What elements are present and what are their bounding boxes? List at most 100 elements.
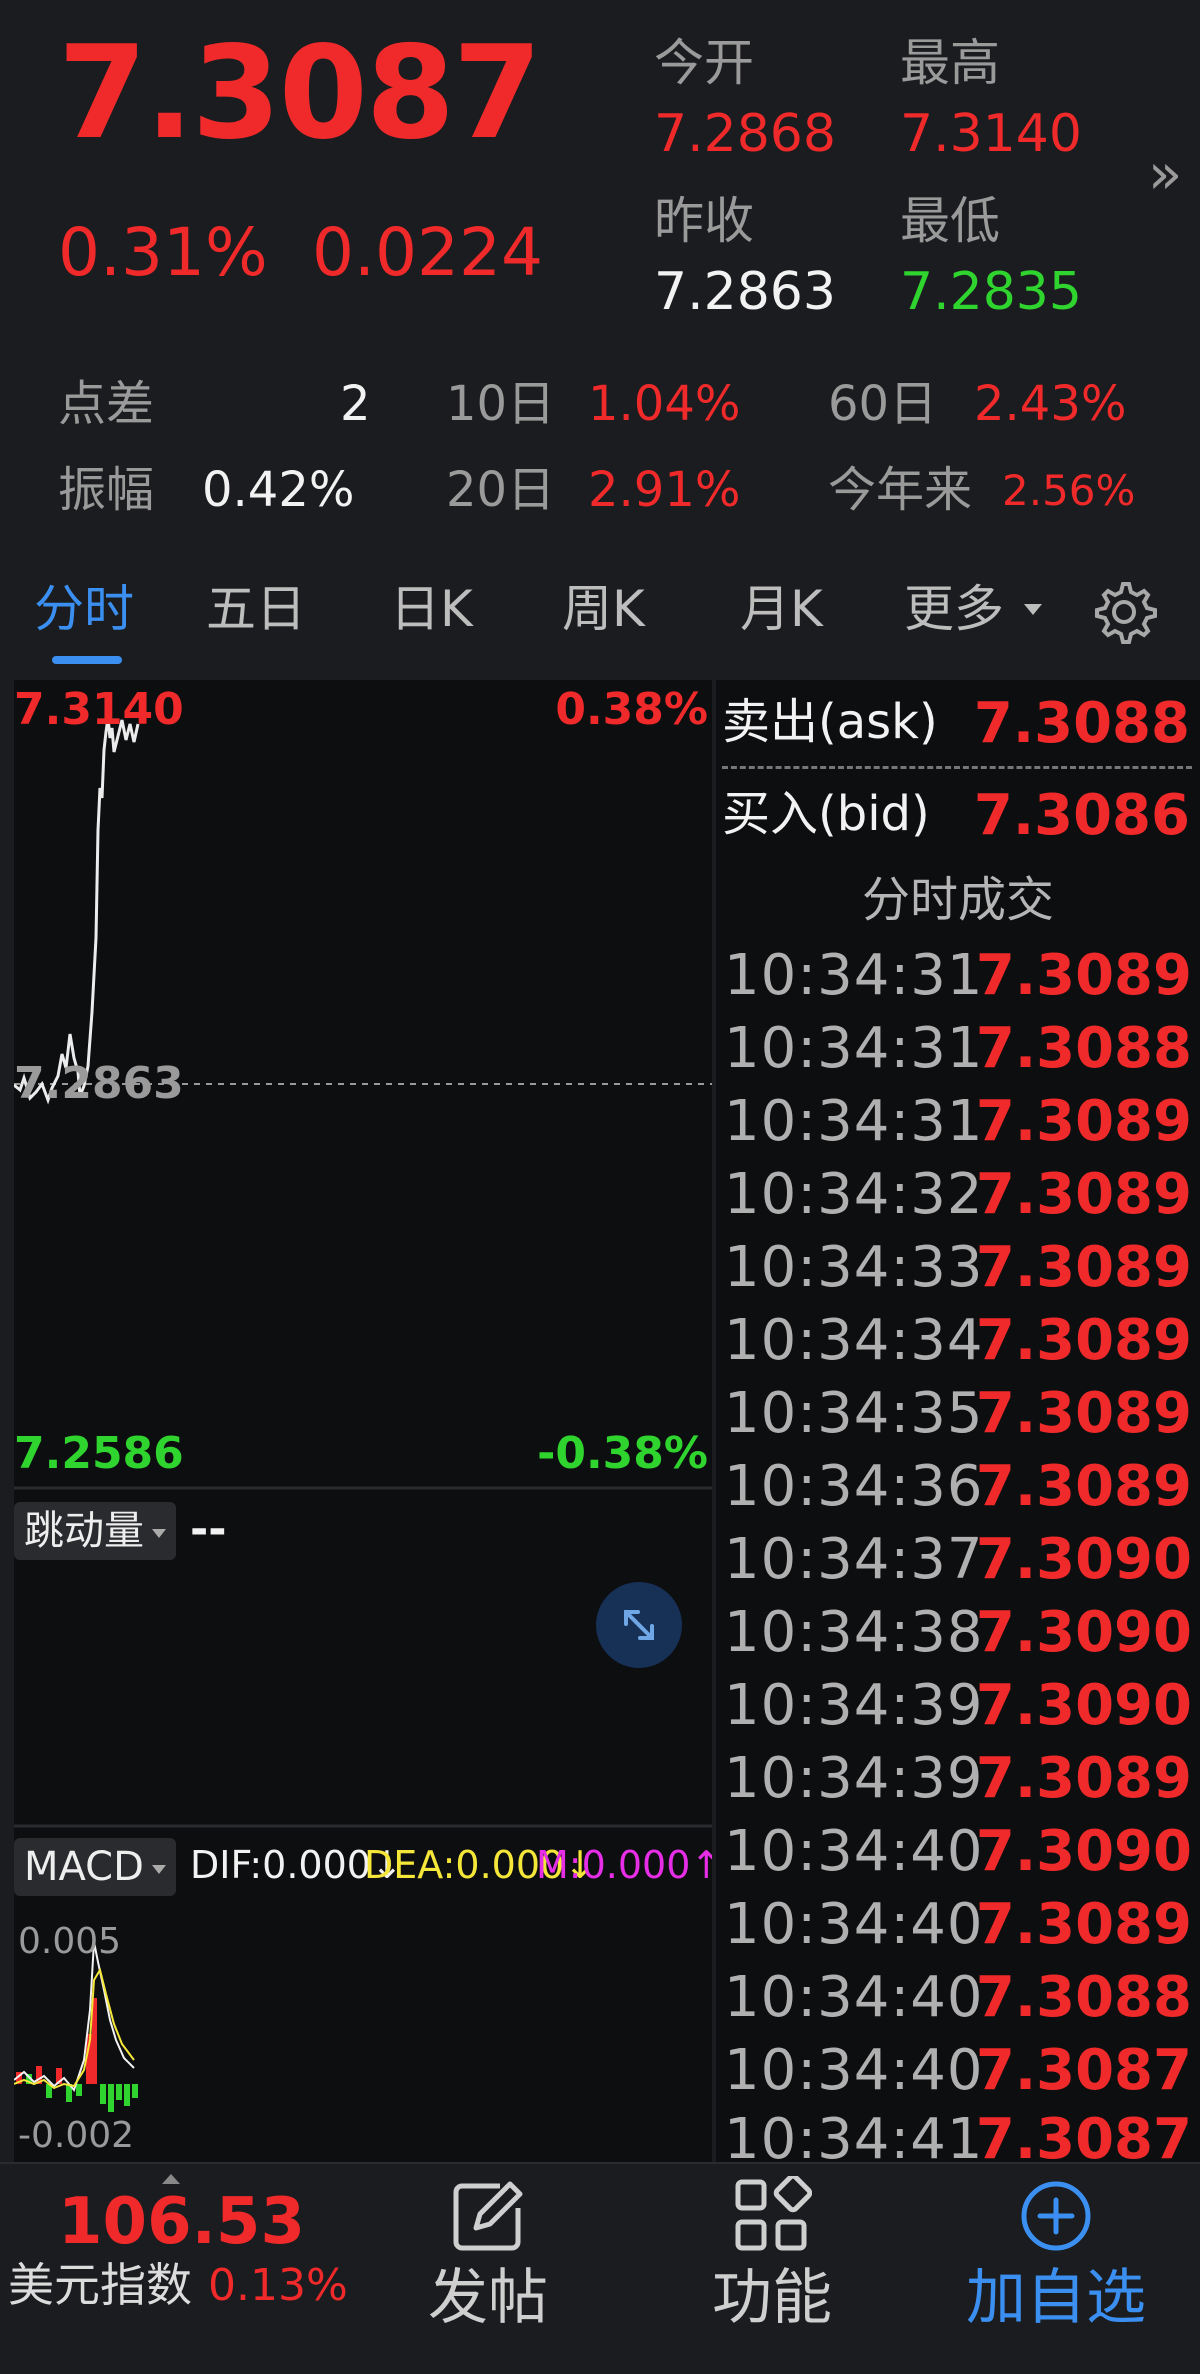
volume-indicator-select[interactable]: 跳动量 [14, 1502, 176, 1560]
tick-time: 10:34:31 [724, 1016, 984, 1081]
tab-five-day[interactable]: 五日 [206, 584, 306, 634]
expand-icon [624, 1610, 654, 1640]
tick-time: 10:34:40 [724, 1965, 984, 2030]
macd-dif-line [14, 1941, 135, 2093]
tick-price: 7.3087 [975, 2038, 1192, 2103]
d10-label: 10日 [446, 376, 556, 432]
tick-time: 10:34:40 [724, 2038, 984, 2103]
gear-icon[interactable] [1090, 578, 1158, 646]
tab-daily-k[interactable]: 日K [390, 584, 473, 634]
tick-row: 10:34:39 7.3089 [722, 1751, 1192, 1823]
d20-value: 2.91% [588, 462, 741, 518]
d60-label: 60日 [828, 376, 938, 432]
high-value: 7.3140 [900, 104, 1082, 164]
tick-row: 10:34:33 7.3089 [722, 1240, 1192, 1312]
tick-row: 10:34:40 7.3087 [722, 2043, 1192, 2115]
tick-row: 10:34:31 7.3089 [722, 948, 1192, 1020]
low-value: 7.2835 [900, 262, 1082, 322]
caret-down-icon [151, 1864, 166, 1874]
tick-price: 7.3090 [975, 1527, 1192, 1592]
tick-row: 10:34:40 7.3090 [722, 1824, 1192, 1896]
caret-up-icon[interactable] [162, 2174, 180, 2184]
tick-time: 10:34:38 [724, 1600, 984, 1665]
bid-label: 买入(bid) [722, 786, 930, 842]
tick-time: 10:34:39 [724, 1746, 984, 1811]
chart-tabs: 分时 五日 日K 周K 月K 更多 [0, 560, 1200, 680]
macd-histogram [16, 1998, 138, 2112]
index-value[interactable]: 106.53 [58, 2190, 305, 2254]
tick-time: 10:34:31 [724, 1089, 984, 1154]
last-price: 7.3087 [58, 19, 542, 168]
tab-monthly-k[interactable]: 月K [740, 584, 823, 634]
tick-price: 7.3089 [975, 1746, 1192, 1811]
macd-top-value: 0.005 [18, 1921, 122, 1962]
tick-price: 7.3089 [975, 1892, 1192, 1957]
open-label: 今开 [654, 34, 754, 92]
tick-time: 10:34:32 [724, 1162, 984, 1227]
add-circle-icon [1021, 2181, 1091, 2251]
amplitude-label: 振幅 [58, 462, 155, 518]
tick-time: 10:34:31 [724, 943, 984, 1008]
tick-row: 10:34:41 7.3087 [722, 2112, 1192, 2162]
open-value: 7.2868 [654, 104, 836, 164]
spread-label: 点差 [58, 376, 155, 432]
low-label: 最低 [900, 192, 1000, 250]
tab-weekly-k[interactable]: 周K [562, 584, 645, 634]
tick-time: 10:34:40 [724, 1819, 984, 1884]
tick-price: 7.3087 [975, 2112, 1192, 2162]
index-percent: 0.13% [208, 2260, 348, 2311]
change-percent: 0.31% [58, 214, 268, 291]
add-watchlist-button[interactable]: 加自选 [966, 2176, 1146, 2356]
d20-label: 20日 [446, 462, 556, 518]
tick-row: 10:34:31 7.3088 [722, 1021, 1192, 1093]
tab-active-indicator [52, 656, 122, 664]
chart-bottom-price: 7.2586 [14, 1428, 184, 1479]
edit-icon [453, 2181, 523, 2251]
tick-price: 7.3088 [975, 1965, 1192, 2030]
index-name[interactable]: 美元指数 [8, 2262, 192, 2308]
chevron-right-icon[interactable]: » [1148, 142, 1182, 207]
intraday-price-line [14, 717, 140, 1105]
tick-time: 10:34:41 [724, 2112, 984, 2162]
prev-close-label: 昨收 [654, 192, 754, 250]
tick-price: 7.3090 [975, 1600, 1192, 1665]
tab-more[interactable]: 更多 [904, 584, 1004, 634]
ask-value: 7.3088 [973, 691, 1190, 756]
tick-price: 7.3089 [975, 943, 1192, 1008]
tick-row: 10:34:40 7.3089 [722, 1897, 1192, 1969]
ticks-title: 分时成交 [861, 872, 1054, 928]
post-button[interactable]: 发帖 [398, 2176, 578, 2356]
expand-chart-button[interactable] [596, 1582, 682, 1668]
high-label: 最高 [900, 34, 1000, 92]
chart-mid-price: 7.2863 [14, 1058, 184, 1109]
tick-price: 7.3089 [975, 1308, 1192, 1373]
tab-intraday[interactable]: 分时 [34, 584, 134, 634]
tick-price: 7.3089 [975, 1089, 1192, 1154]
ytd-value: 2.56% [1002, 466, 1136, 515]
d10-value: 1.04% [588, 376, 741, 432]
tick-row: 10:34:39 7.3090 [722, 1678, 1192, 1750]
tick-price: 7.3089 [975, 1381, 1192, 1446]
macd-m: M:0.000↑ [536, 1843, 723, 1887]
volume-value: -- [190, 1504, 227, 1555]
tick-price: 7.3089 [975, 1235, 1192, 1300]
post-label: 发帖 [428, 2263, 548, 2333]
tick-price: 7.3089 [975, 1162, 1192, 1227]
tick-row: 10:34:36 7.3089 [722, 1459, 1192, 1531]
tick-time: 10:34:40 [724, 1892, 984, 1957]
tick-row: 10:34:35 7.3089 [722, 1386, 1192, 1458]
chart-top-percent: 0.38% [555, 684, 708, 735]
amplitude-value: 0.42% [202, 462, 355, 518]
bid-value: 7.3086 [973, 783, 1190, 848]
prev-close-value: 7.2863 [654, 262, 836, 322]
macd-indicator-label: MACD [24, 1844, 144, 1890]
tick-price: 7.3090 [975, 1819, 1192, 1884]
tick-row: 10:34:34 7.3089 [722, 1313, 1192, 1385]
macd-indicator-select[interactable]: MACD [14, 1838, 176, 1896]
tick-time: 10:34:37 [724, 1527, 984, 1592]
tick-time: 10:34:36 [724, 1454, 984, 1519]
chart-panel[interactable]: 7.3140 0.38% 7.2863 7.2586 -0.38% 跳动量 --… [14, 680, 722, 2162]
tick-price: 7.3090 [975, 1673, 1192, 1738]
functions-label: 功能 [712, 2263, 832, 2333]
functions-button[interactable]: 功能 [682, 2176, 862, 2356]
